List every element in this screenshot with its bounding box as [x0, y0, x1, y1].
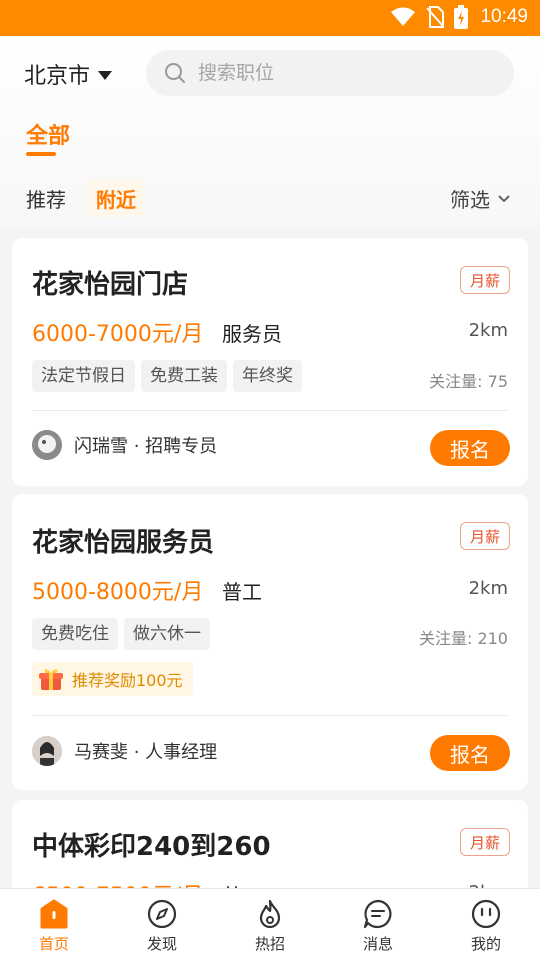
nav-messages[interactable]: 消息 — [324, 889, 432, 960]
nav-label: 消息 — [362, 935, 393, 953]
divider — [32, 410, 508, 411]
bottom-nav: 首页 发现 热招 消息 我的 — [0, 888, 540, 960]
city-selector[interactable]: 北京市 — [24, 58, 113, 90]
benefit-tags: 法定节假日 免费工装 年终奖 — [32, 360, 302, 392]
apply-button[interactable]: 报名 — [430, 430, 510, 466]
tab-active-indicator — [26, 152, 56, 156]
caret-down-icon — [98, 70, 113, 80]
status-icons: 10:49 — [390, 5, 528, 29]
salary: 6000-7000元/月 — [32, 322, 204, 347]
search-input[interactable] — [198, 62, 498, 84]
job-title: 花家怡园服务员 — [32, 528, 215, 558]
gift-icon — [39, 669, 63, 690]
nav-home[interactable]: 首页 — [0, 889, 108, 960]
referral-reward: 推荐奖励100元 — [32, 662, 193, 696]
benefit-tag: 做六休一 — [124, 618, 210, 650]
compass-icon — [147, 899, 177, 929]
home-icon — [40, 899, 68, 929]
nav-label: 首页 — [38, 935, 69, 953]
job-title: 中体彩印240到260 — [32, 832, 271, 862]
benefit-tag: 免费吃住 — [32, 618, 118, 650]
benefit-tag: 免费工装 — [141, 360, 227, 392]
pay-type-badge: 月薪 — [460, 522, 510, 550]
wifi-icon — [391, 7, 416, 26]
distance: 2km — [468, 320, 508, 341]
recruiter-name: 闪瑞雪 · 招聘专员 — [74, 436, 218, 457]
filter-label: 筛选 — [450, 188, 490, 212]
salary: 5000-8000元/月 — [32, 580, 204, 605]
filter-button[interactable]: 筛选 — [450, 184, 510, 213]
apply-button[interactable]: 报名 — [430, 735, 510, 771]
status-bar: 10:49 — [0, 0, 540, 36]
recruiter: 闪瑞雪 · 招聘专员 — [32, 430, 217, 460]
search-icon — [165, 63, 185, 83]
job-role: 普工 — [222, 580, 262, 604]
nav-discover[interactable]: 发现 — [108, 889, 216, 960]
nav-label: 热招 — [254, 935, 285, 953]
benefit-tag: 年终奖 — [233, 360, 302, 392]
benefit-tag: 法定节假日 — [32, 360, 135, 392]
distance: 2km — [468, 578, 508, 599]
benefit-tags: 免费吃住 做六休一 — [32, 618, 210, 650]
city-label: 北京市 — [24, 64, 91, 89]
nav-profile[interactable]: 我的 — [432, 889, 540, 960]
message-icon — [363, 899, 392, 929]
avatar — [32, 430, 62, 460]
divider — [32, 715, 508, 716]
follow-count: 关注量: 75 — [429, 372, 508, 391]
avatar — [32, 736, 62, 766]
search-bar[interactable] — [146, 50, 514, 96]
tab-all[interactable]: 全部 — [26, 118, 70, 150]
sub-tab-recommended[interactable]: 推荐 — [26, 184, 66, 213]
job-card[interactable]: 花家怡园门店 月薪 6000-7000元/月 服务员 2km 法定节假日 免费工… — [12, 238, 528, 486]
job-card[interactable]: 花家怡园服务员 月薪 5000-8000元/月 普工 2km 免费吃住 做六休一… — [12, 494, 528, 790]
recruiter: 马赛斐 · 人事经理 — [32, 736, 217, 766]
nav-hot[interactable]: 热招 — [216, 889, 324, 960]
flame-icon — [259, 899, 281, 929]
smiley-icon — [471, 899, 501, 929]
nav-label: 发现 — [146, 935, 177, 953]
job-role: 服务员 — [222, 322, 282, 346]
chevron-down-icon — [498, 194, 510, 202]
follow-count: 关注量: 210 — [418, 629, 508, 648]
reward-label: 推荐奖励100元 — [72, 671, 183, 690]
battery-charging-icon — [454, 5, 469, 29]
no-sim-icon — [426, 6, 445, 28]
clock: 10:49 — [480, 6, 528, 27]
job-title: 花家怡园门店 — [32, 270, 189, 300]
pay-type-badge: 月薪 — [460, 266, 510, 294]
recruiter-name: 马赛斐 · 人事经理 — [74, 742, 218, 763]
sub-tab-nearby[interactable]: 附近 — [88, 180, 144, 217]
pay-type-badge: 月薪 — [460, 828, 510, 856]
nav-label: 我的 — [470, 935, 501, 953]
